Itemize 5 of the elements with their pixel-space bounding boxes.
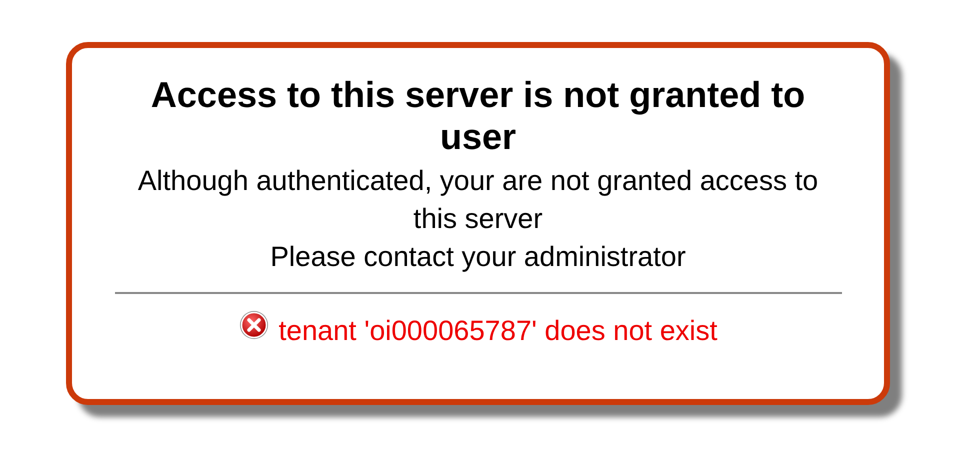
error-message: tenant 'oi000065787' does not exist [278, 314, 718, 348]
error-title: Access to this server is not granted to user [150, 74, 806, 158]
message-text: Please contact your administrator [270, 240, 686, 274]
message-text: Although authenticated, your are not granted access to this server [136, 164, 820, 236]
error-icon [238, 310, 269, 340]
